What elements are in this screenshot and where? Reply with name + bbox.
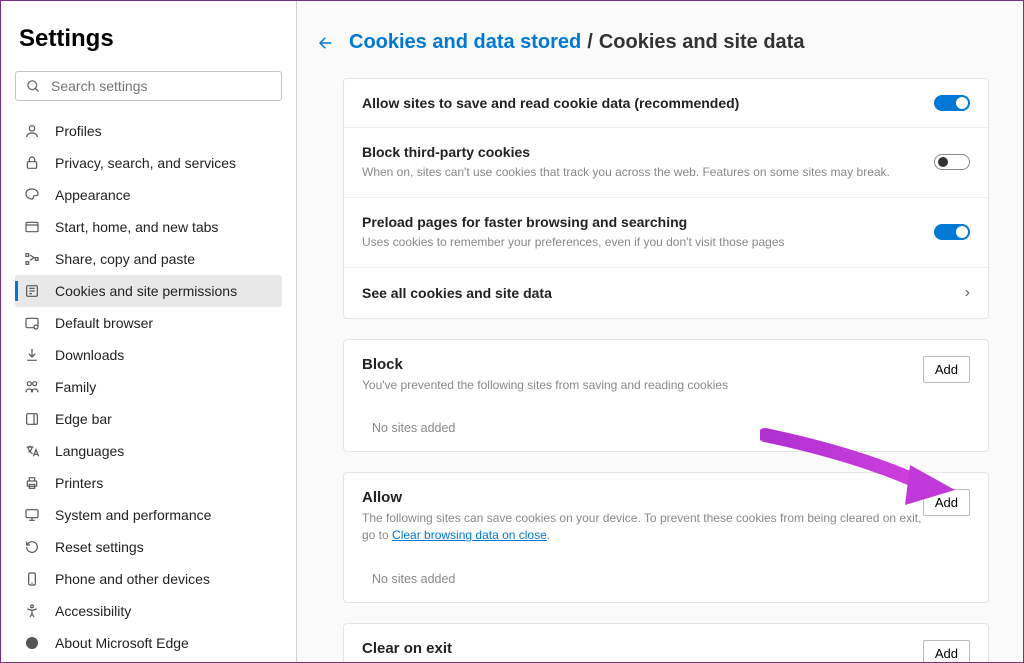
- appearance-icon: [23, 186, 41, 204]
- search-box[interactable]: [15, 71, 282, 101]
- download-icon: [23, 346, 41, 364]
- breadcrumb-link[interactable]: Cookies and data stored: [349, 31, 581, 54]
- sidebar-item-printers[interactable]: Printers: [15, 467, 282, 499]
- sidebar-item-accessibility[interactable]: Accessibility: [15, 595, 282, 627]
- sidebar: Settings Profiles Privacy, search, and s…: [1, 1, 297, 662]
- preload-toggle[interactable]: [934, 224, 970, 240]
- allow-cookies-row: Allow sites to save and read cookie data…: [344, 79, 988, 128]
- clear-browsing-link[interactable]: Clear browsing data on close: [392, 528, 547, 542]
- allow-section: Allow The following sites can save cooki…: [343, 472, 989, 603]
- settings-title: Settings: [15, 25, 282, 53]
- phone-icon: [23, 570, 41, 588]
- sidebar-item-privacy[interactable]: Privacy, search, and services: [15, 147, 282, 179]
- accessibility-icon: [23, 602, 41, 620]
- block-add-button[interactable]: Add: [923, 356, 970, 383]
- sidebar-item-languages[interactable]: Languages: [15, 435, 282, 467]
- edge-icon: [23, 634, 41, 652]
- browser-icon: [23, 314, 41, 332]
- allow-empty: No sites added: [344, 556, 988, 602]
- profile-icon: [23, 122, 41, 140]
- printer-icon: [23, 474, 41, 492]
- allow-cookies-toggle[interactable]: [934, 95, 970, 111]
- tab-icon: [23, 218, 41, 236]
- sidebar-item-start[interactable]: Start, home, and new tabs: [15, 211, 282, 243]
- sidebar-item-reset[interactable]: Reset settings: [15, 531, 282, 563]
- sidebar-item-profiles[interactable]: Profiles: [15, 115, 282, 147]
- main-content: Cookies and data stored / Cookies and si…: [297, 1, 1023, 662]
- sidebar-item-share[interactable]: Share, copy and paste: [15, 243, 282, 275]
- clear-section: Clear on exit Add: [343, 623, 989, 662]
- sidebar-item-family[interactable]: Family: [15, 371, 282, 403]
- sidebar-item-downloads[interactable]: Downloads: [15, 339, 282, 371]
- reset-icon: [23, 538, 41, 556]
- family-icon: [23, 378, 41, 396]
- sidebar-item-cookies[interactable]: Cookies and site permissions: [15, 275, 282, 307]
- language-icon: [23, 442, 41, 460]
- search-icon: [26, 79, 41, 94]
- see-all-row[interactable]: See all cookies and site data ›: [344, 268, 988, 318]
- breadcrumb-current: Cookies and site data: [599, 31, 805, 54]
- block-third-row: Block third-party cookies When on, sites…: [344, 128, 988, 198]
- preload-row: Preload pages for faster browsing and se…: [344, 198, 988, 268]
- chevron-right-icon: ›: [965, 284, 970, 302]
- sidebar-item-system[interactable]: System and performance: [15, 499, 282, 531]
- search-input[interactable]: [51, 78, 271, 94]
- breadcrumb: Cookies and data stored / Cookies and si…: [317, 31, 989, 54]
- allow-add-button[interactable]: Add: [923, 489, 970, 516]
- sidebar-item-default-browser[interactable]: Default browser: [15, 307, 282, 339]
- sidebar-item-edgebar[interactable]: Edge bar: [15, 403, 282, 435]
- lock-icon: [23, 154, 41, 172]
- sidebar-item-appearance[interactable]: Appearance: [15, 179, 282, 211]
- cookie-settings-card: Allow sites to save and read cookie data…: [343, 78, 989, 319]
- edgebar-icon: [23, 410, 41, 428]
- sidebar-item-about[interactable]: About Microsoft Edge: [15, 627, 282, 659]
- share-icon: [23, 250, 41, 268]
- cookies-icon: [23, 282, 41, 300]
- sidebar-item-phone[interactable]: Phone and other devices: [15, 563, 282, 595]
- block-section: Block You've prevented the following sit…: [343, 339, 989, 453]
- back-arrow-icon[interactable]: [317, 34, 335, 52]
- block-empty: No sites added: [344, 405, 988, 451]
- system-icon: [23, 506, 41, 524]
- clear-add-button[interactable]: Add: [923, 640, 970, 662]
- block-third-toggle[interactable]: [934, 154, 970, 170]
